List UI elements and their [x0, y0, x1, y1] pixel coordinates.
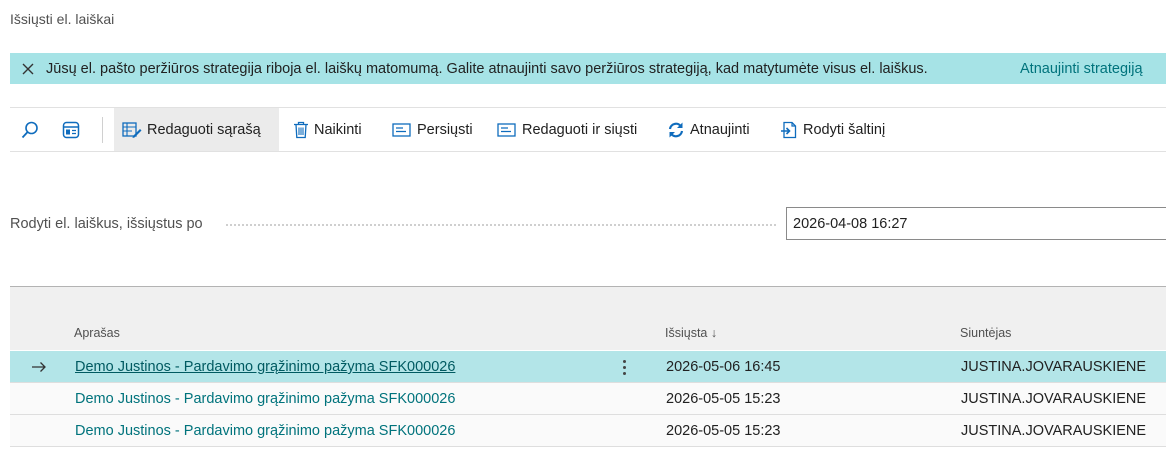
page-title: Išsiųsti el. laiškai [10, 11, 115, 27]
row-sender: JUSTINA.JOVARAUSKIENE [961, 359, 1147, 375]
forward-button[interactable]: Persiųsti [384, 108, 481, 151]
delete-button[interactable]: Naikinti [285, 108, 370, 151]
close-icon [22, 63, 34, 74]
row-sent-date: 2026-05-05 15:23 [666, 423, 781, 439]
trash-icon [294, 121, 308, 138]
table-row[interactable]: Demo Justinos - Pardavimo grąžinimo pažy… [10, 351, 1166, 383]
row-sender: JUSTINA.JOVARAUSKIENE [961, 423, 1147, 439]
edit-list-icon [122, 121, 142, 138]
sent-after-label: Rodyti el. laiškus, išsiųstus po [10, 216, 203, 232]
row-actions-button[interactable] [614, 355, 634, 379]
email-forward-icon [392, 122, 411, 137]
row-indicator-arrow-icon [32, 362, 46, 372]
sent-after-input[interactable] [786, 207, 1166, 240]
row-description-link[interactable]: Demo Justinos - Pardavimo grąžinimo pažy… [75, 423, 455, 439]
table-row[interactable]: Demo Justinos - Pardavimo grąžinimo pažy… [10, 383, 1166, 415]
row-sent-date: 2026-05-05 15:23 [666, 391, 781, 407]
banner-message: Jūsų el. pašto peržiūros strategija ribo… [46, 60, 928, 77]
email-edit-icon [497, 122, 516, 137]
row-sent-date: 2026-05-06 16:45 [666, 359, 781, 375]
refresh-icon [668, 122, 684, 137]
row-description-link[interactable]: Demo Justinos - Pardavimo grąžinimo pažy… [75, 391, 455, 407]
column-header-sent[interactable]: Išsiųsta ↓ [665, 326, 717, 340]
search-icon [21, 121, 38, 138]
search-button[interactable] [14, 108, 46, 151]
table-row[interactable]: Demo Justinos - Pardavimo grąžinimo pažy… [10, 415, 1166, 447]
forward-label: Persiųsti [417, 121, 473, 138]
action-toolbar: Redaguoti sąrašą Naikinti Persiųsti Reda… [10, 107, 1166, 152]
update-policy-link[interactable]: Atnaujinti strategiją [1020, 61, 1143, 77]
delete-label: Naikinti [314, 121, 362, 138]
show-source-button[interactable]: Rodyti šaltinį [772, 108, 893, 151]
policy-notification-banner: Jūsų el. pašto peržiūros strategija ribo… [10, 53, 1166, 84]
grid-header: Aprašas Išsiųsta ↓ Siuntėjas [10, 287, 1166, 350]
edit-list-label: Redaguoti sąrašą [147, 121, 261, 138]
layout-icon [62, 121, 80, 138]
refresh-label: Atnaujinti [690, 121, 750, 138]
column-header-sent-label: Išsiųsta [665, 326, 708, 340]
layout-button[interactable] [55, 108, 87, 151]
field-leader-dots [226, 224, 776, 226]
edit-and-send-button[interactable]: Redaguoti ir siųsti [489, 108, 645, 151]
close-banner-button[interactable] [10, 62, 46, 76]
row-description-link[interactable]: Demo Justinos - Pardavimo grąžinimo pažy… [75, 359, 455, 375]
edit-list-button[interactable]: Redaguoti sąrašą [114, 108, 279, 151]
column-header-sender[interactable]: Siuntėjas [960, 326, 1011, 340]
sort-descending-icon: ↓ [710, 326, 718, 340]
show-source-label: Rodyti šaltinį [803, 121, 886, 138]
column-header-description[interactable]: Aprašas [74, 326, 120, 340]
edit-and-send-label: Redaguoti ir siųsti [522, 121, 638, 138]
refresh-button[interactable]: Atnaujinti [659, 108, 758, 151]
row-sender: JUSTINA.JOVARAUSKIENE [961, 391, 1147, 407]
toolbar-separator [102, 117, 103, 143]
open-source-icon [781, 121, 797, 138]
